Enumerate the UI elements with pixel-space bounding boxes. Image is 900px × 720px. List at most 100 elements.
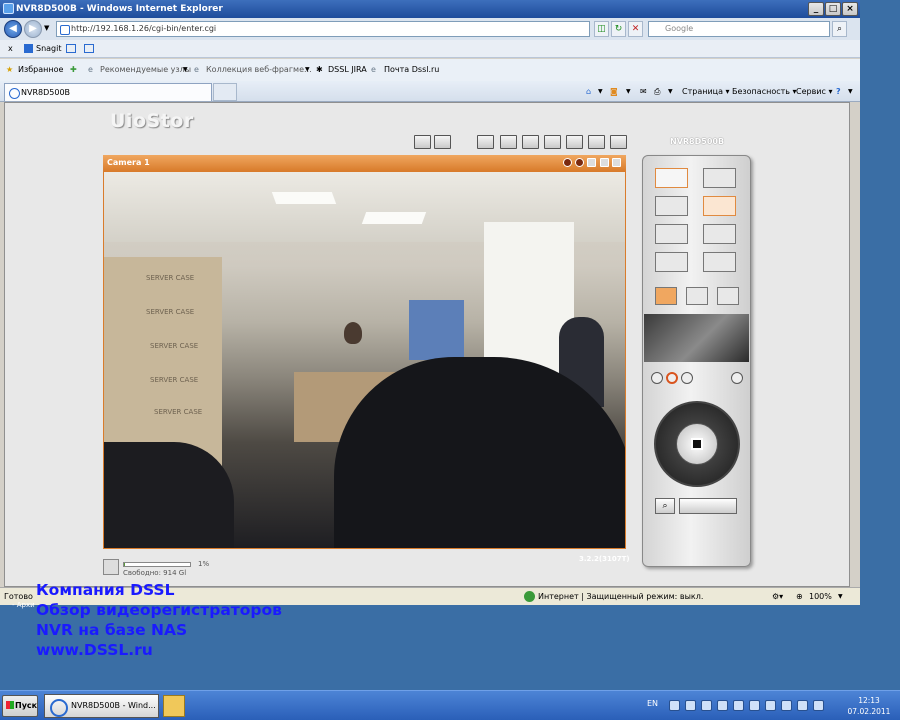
fav-item-recommended[interactable]: Рекомендуемые узлы: [100, 59, 191, 81]
tray-icon[interactable]: [669, 700, 680, 711]
language-indicator[interactable]: EN: [647, 699, 658, 708]
close-button[interactable]: ×: [842, 2, 858, 16]
fav-item-mail[interactable]: Почта Dssl.ru: [384, 59, 439, 81]
layout-toggle-icon[interactable]: [414, 135, 431, 149]
security-zone[interactable]: Интернет | Защищенный режим: выкл.: [538, 588, 703, 605]
forward-button[interactable]: ▶: [24, 20, 42, 38]
maximize-button[interactable]: □: [825, 2, 841, 16]
stop-icon[interactable]: ✕: [628, 21, 643, 37]
ptz-center-button[interactable]: [691, 438, 703, 450]
taskbar-explorer-icon[interactable]: [163, 695, 185, 717]
ptz-inner-ring[interactable]: [676, 423, 718, 465]
ptz-icon[interactable]: [477, 135, 494, 149]
layout-2x2-button[interactable]: [655, 196, 688, 216]
tray-icon[interactable]: [797, 700, 808, 711]
help-dropdown-icon[interactable]: ▼: [848, 81, 853, 102]
snagit-button[interactable]: Snagit: [36, 40, 62, 57]
monitor-icon[interactable]: [522, 135, 539, 149]
playback-icon[interactable]: [500, 135, 517, 149]
close-toolbar-icon[interactable]: x: [8, 40, 13, 57]
print-dropdown-icon[interactable]: ▼: [668, 81, 673, 102]
capture-icon[interactable]: [66, 44, 76, 53]
capture-settings-icon[interactable]: [84, 44, 94, 53]
camera-video-feed[interactable]: SERVER CASE SERVER CASE SERVER CASE SERV…: [103, 171, 626, 549]
tools-menu[interactable]: Сервис ▾: [796, 81, 832, 102]
camera-record-icon[interactable]: [563, 158, 572, 167]
clock[interactable]: 12:13 07.02.2011: [840, 695, 898, 717]
camera-snapshot-icon[interactable]: [587, 158, 596, 167]
trash-icon[interactable]: [731, 372, 743, 384]
refresh-icon[interactable]: ↻: [611, 21, 626, 37]
home-icon[interactable]: ⌂: [586, 81, 591, 102]
settings-icon[interactable]: [588, 135, 605, 149]
favorites-star-icon[interactable]: ★: [6, 59, 13, 81]
camera-window-icon[interactable]: [612, 158, 621, 167]
fav-item-webslices[interactable]: Коллекция веб-фрагме...: [206, 59, 312, 81]
rss-icon[interactable]: ◙: [610, 81, 618, 102]
add-favorite-icon[interactable]: ✚: [70, 59, 77, 81]
tray-icon[interactable]: [749, 700, 760, 711]
speaker-icon[interactable]: [681, 372, 693, 384]
volume-icon[interactable]: [813, 700, 824, 711]
zoom-search-icon[interactable]: ⌕: [655, 498, 675, 514]
minimize-button[interactable]: _: [808, 2, 824, 16]
tab-nvr[interactable]: NVR8D500B: [4, 83, 212, 101]
mail-icon[interactable]: ✉: [640, 81, 647, 102]
back-button[interactable]: ◀: [4, 20, 22, 38]
print-icon[interactable]: ⎙: [654, 81, 660, 102]
list-view-icon[interactable]: [434, 135, 451, 149]
protected-mode-icon[interactable]: ⚙▾: [772, 588, 783, 605]
fav-dropdown-icon[interactable]: ▼: [305, 59, 310, 81]
manual-record-icon[interactable]: [666, 372, 678, 384]
preset-button[interactable]: [679, 498, 737, 514]
layout-1p5-button[interactable]: [655, 224, 688, 244]
page-menu[interactable]: Страница ▾: [682, 81, 730, 102]
tray-icon[interactable]: [733, 700, 744, 711]
camera-audio-icon[interactable]: [600, 158, 609, 167]
safety-menu[interactable]: Безопасность ▾: [732, 81, 797, 102]
layout-1p12-button[interactable]: [655, 252, 688, 272]
layout-3x3-button[interactable]: [703, 224, 736, 244]
help-icon[interactable]: ?: [836, 81, 841, 102]
start-button[interactable]: Пуск: [2, 695, 38, 717]
ceiling-light: [361, 212, 427, 224]
tray-icon[interactable]: [717, 700, 728, 711]
tray-icon[interactable]: [685, 700, 696, 711]
device-name: NVR8D500B: [670, 137, 725, 146]
layout-2x2-alt-button[interactable]: [703, 196, 736, 216]
camera-alarm-icon[interactable]: [575, 158, 584, 167]
layout-4x4-button[interactable]: [703, 252, 736, 272]
taskbar-ie-window[interactable]: NVR8D500B - Wind...: [44, 694, 159, 718]
tray-icon[interactable]: [765, 700, 776, 711]
fullscreen-icon[interactable]: [686, 287, 708, 305]
search-input[interactable]: Google: [648, 21, 830, 37]
favorites-button[interactable]: Избранное: [18, 59, 63, 81]
snapshot-icon[interactable]: [651, 372, 663, 384]
fav-item-icon: e: [88, 65, 93, 74]
search-icon[interactable]: ⌕: [832, 21, 847, 37]
address-input[interactable]: http://192.168.1.26/cgi-bin/enter.cgi: [56, 21, 590, 37]
blue-equipment: [409, 300, 464, 360]
layout-sequence-button[interactable]: [703, 168, 736, 188]
logout-icon[interactable]: [610, 135, 627, 149]
pip-icon[interactable]: [655, 287, 677, 305]
fav-item-jira[interactable]: DSSL JIRA: [328, 59, 367, 81]
tray-icon[interactable]: [781, 700, 792, 711]
zoom-level[interactable]: 100%: [809, 588, 832, 605]
zoom-dropdown-icon[interactable]: ▼: [838, 588, 843, 605]
compat-icon[interactable]: ◫: [594, 21, 609, 37]
record-icon[interactable]: [544, 135, 561, 149]
layout-1x1-button[interactable]: [655, 168, 688, 188]
history-dropdown-icon[interactable]: ▼: [44, 24, 49, 32]
caption-line: Компания DSSL: [36, 581, 175, 599]
fav-dropdown-icon[interactable]: ▼: [183, 59, 188, 81]
new-tab-button[interactable]: [213, 83, 237, 101]
fav-item-icon: e: [194, 65, 199, 74]
desktop-icon-label[interactable]: - Архи: [12, 601, 35, 609]
play-icon[interactable]: [566, 135, 583, 149]
multi-window-icon[interactable]: [717, 287, 739, 305]
tray-icon[interactable]: [701, 700, 712, 711]
rss-dropdown-icon[interactable]: ▼: [626, 81, 631, 102]
ptz-joystick[interactable]: [654, 401, 740, 487]
home-dropdown-icon[interactable]: ▼: [598, 81, 603, 102]
